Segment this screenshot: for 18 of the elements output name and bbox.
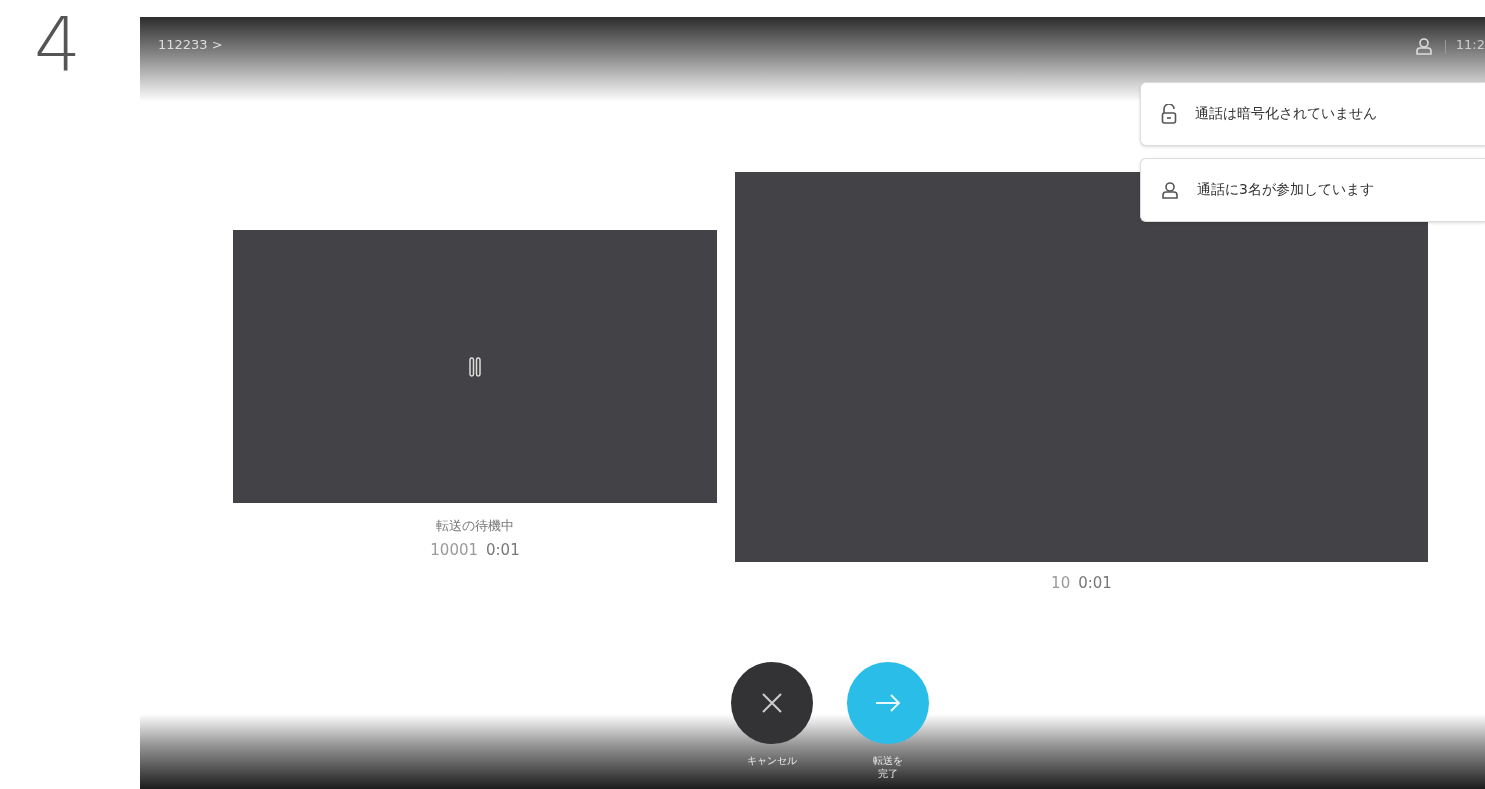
close-icon (761, 692, 783, 714)
participant-number: 10001 (430, 541, 478, 559)
person-icon (1161, 181, 1179, 199)
call-duration: 0:01 (486, 541, 520, 559)
arrow-right-icon (875, 694, 901, 712)
participant-number: 10 (1051, 574, 1071, 592)
call-status: 転送の待機中 (436, 517, 514, 535)
button-label: キャンセル (747, 754, 797, 767)
notification-text: 通話は暗号化されていません (1195, 105, 1377, 123)
call-duration: 0:01 (1078, 574, 1112, 592)
unlocked-padlock-icon (1161, 104, 1177, 124)
clock-time: 11:2 (1455, 37, 1485, 52)
pause-icon (469, 356, 481, 377)
notification-text: 通話に3名が参加しています (1197, 181, 1374, 199)
caller-number[interactable]: 112233 > (158, 37, 223, 52)
button-label: 転送を完了 (872, 754, 904, 780)
person-icon[interactable] (1414, 37, 1433, 55)
step-number: 4 (33, 1, 83, 82)
